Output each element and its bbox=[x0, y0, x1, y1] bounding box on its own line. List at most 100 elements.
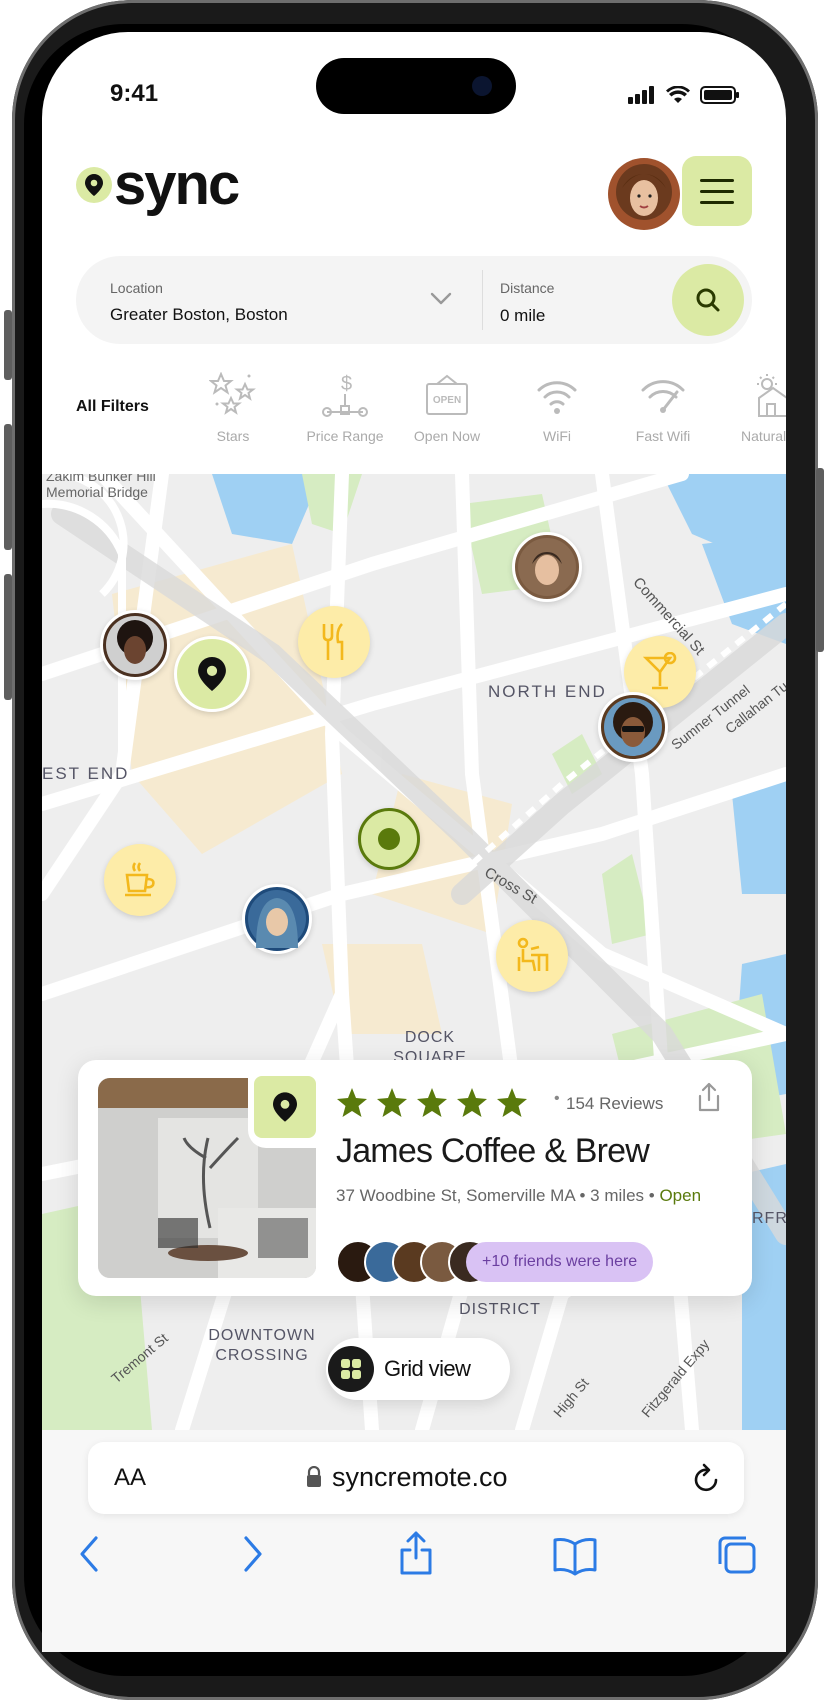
location-pin-icon bbox=[273, 1092, 297, 1122]
review-count[interactable]: 154 Reviews bbox=[566, 1094, 663, 1114]
person-photo-icon bbox=[248, 890, 306, 948]
map-label-bridge: Zakim Bunker Hill Memorial Bridge bbox=[46, 474, 156, 500]
star-icon bbox=[377, 1088, 407, 1117]
person-photo-icon bbox=[106, 616, 164, 674]
grid-icon bbox=[328, 1346, 374, 1392]
natural-light-icon bbox=[757, 374, 786, 417]
filter-stars[interactable]: Stars bbox=[178, 370, 288, 444]
friend-avatar-pin[interactable] bbox=[598, 692, 668, 762]
place-card[interactable]: • 154 Reviews James Coffee & Brew 37 Woo… bbox=[78, 1060, 752, 1296]
filter-label: Open Now bbox=[413, 428, 481, 444]
location-pin-icon bbox=[76, 167, 112, 203]
reload-icon[interactable] bbox=[692, 1462, 722, 1494]
cafe-pin[interactable] bbox=[104, 844, 176, 916]
friends-count-badge[interactable]: +10 friends were here bbox=[466, 1242, 654, 1282]
place-distance: 3 miles bbox=[590, 1186, 645, 1205]
svg-text:OPEN: OPEN bbox=[433, 395, 461, 406]
stars-icon bbox=[209, 372, 256, 415]
price-range-icon: $ bbox=[322, 373, 368, 417]
location-pin-icon bbox=[198, 657, 226, 691]
friends-avatars[interactable]: +10 friends were here bbox=[336, 1240, 654, 1284]
menu-line-icon bbox=[700, 178, 734, 182]
filter-label: Fast Wifi bbox=[635, 428, 691, 444]
place-meta: 37 Woodbine St, Somerville MA • 3 miles … bbox=[336, 1186, 701, 1206]
status-time: 9:41 bbox=[110, 80, 159, 107]
url-text[interactable]: syncremote.co bbox=[332, 1462, 508, 1493]
search-bar: Location Greater Boston, Boston Distance… bbox=[76, 256, 752, 344]
distance-label: Distance bbox=[500, 280, 555, 296]
app-logo[interactable]: sync bbox=[76, 156, 240, 214]
location-pin[interactable] bbox=[174, 636, 250, 712]
share-icon[interactable] bbox=[398, 1530, 434, 1576]
open-status: Open bbox=[659, 1186, 702, 1205]
grid-view-button[interactable]: Grid view bbox=[326, 1338, 510, 1400]
power-button bbox=[816, 468, 824, 652]
filter-label: Price Range bbox=[306, 428, 384, 444]
forward-icon[interactable] bbox=[240, 1534, 266, 1574]
filter-label: Stars bbox=[216, 428, 250, 444]
cocktail-icon bbox=[642, 652, 677, 690]
friend-avatar-pin[interactable] bbox=[242, 884, 312, 954]
filter-fast-wifi[interactable]: Fast Wifi bbox=[608, 370, 718, 444]
person-photo-icon bbox=[604, 698, 662, 756]
share-icon[interactable] bbox=[696, 1082, 722, 1112]
filter-label: Natural Li bbox=[741, 428, 786, 444]
place-pin-badge bbox=[254, 1076, 316, 1138]
filter-label: WiFi bbox=[543, 428, 571, 444]
signal-icon bbox=[628, 86, 654, 104]
coffee-cup-icon bbox=[125, 862, 155, 897]
menu-line-icon bbox=[700, 189, 734, 193]
map-label-north-end: NORTH END bbox=[488, 682, 607, 701]
dynamic-island bbox=[316, 58, 516, 114]
wifi-status-icon bbox=[666, 86, 690, 103]
volume-down-button bbox=[4, 574, 12, 700]
location-select[interactable]: Location Greater Boston, Boston bbox=[76, 256, 474, 344]
restaurant-pin[interactable] bbox=[298, 606, 370, 678]
chevron-down-icon bbox=[430, 292, 452, 305]
search-button[interactable] bbox=[672, 264, 744, 336]
location-label: Location bbox=[110, 280, 163, 296]
workspace-pin[interactable] bbox=[496, 920, 568, 992]
rating-stars bbox=[336, 1088, 528, 1118]
open-sign-icon: OPEN bbox=[426, 374, 468, 415]
wifi-icon bbox=[537, 381, 577, 414]
place-title[interactable]: James Coffee & Brew bbox=[336, 1132, 650, 1171]
current-location-marker[interactable] bbox=[358, 808, 420, 870]
friend-avatar-pin[interactable] bbox=[512, 532, 582, 602]
fork-knife-icon bbox=[322, 623, 344, 660]
filter-wifi[interactable]: WiFi bbox=[502, 370, 612, 444]
star-icon bbox=[417, 1088, 447, 1117]
distance-select[interactable]: Distance 0 mile bbox=[484, 256, 654, 344]
distance-value: 0 mile bbox=[500, 306, 546, 325]
friend-avatar-pin[interactable] bbox=[100, 610, 170, 680]
grid-view-label: Grid view bbox=[384, 1356, 471, 1381]
filter-bar: Stars $ Price Range OPEN Open Now WiFi F… bbox=[76, 370, 786, 460]
back-icon[interactable] bbox=[76, 1534, 102, 1574]
status-icons bbox=[628, 86, 740, 104]
dot-separator: • bbox=[579, 1186, 591, 1205]
location-value: Greater Boston, Boston bbox=[110, 305, 288, 324]
dot-separator: • bbox=[648, 1186, 660, 1205]
star-icon bbox=[337, 1088, 367, 1117]
star-icon bbox=[457, 1088, 487, 1117]
dot-separator: • bbox=[554, 1090, 560, 1107]
lock-icon bbox=[307, 1466, 321, 1487]
map-label-west-end: EST END bbox=[42, 764, 130, 783]
place-address: 37 Woodbine St, Somerville MA bbox=[336, 1186, 575, 1205]
map-label-edge: RFRO bbox=[752, 1210, 786, 1227]
bookmarks-icon[interactable] bbox=[552, 1536, 598, 1576]
menu-line-icon bbox=[700, 200, 734, 204]
mute-switch bbox=[4, 310, 12, 380]
divider bbox=[482, 270, 483, 330]
user-avatar[interactable] bbox=[608, 158, 680, 230]
menu-button[interactable] bbox=[682, 156, 752, 226]
filter-open-now[interactable]: OPEN Open Now bbox=[392, 370, 502, 444]
desk-worker-icon bbox=[517, 937, 549, 972]
filter-natural-light[interactable]: Natural Li bbox=[716, 370, 786, 444]
fast-wifi-icon bbox=[641, 380, 685, 413]
address-bar[interactable]: AA syncremote.co bbox=[88, 1442, 744, 1514]
filter-price-range[interactable]: $ Price Range bbox=[290, 370, 400, 444]
text-size-button[interactable]: AA bbox=[114, 1464, 146, 1492]
tabs-icon[interactable] bbox=[716, 1534, 758, 1576]
search-icon bbox=[696, 288, 720, 312]
